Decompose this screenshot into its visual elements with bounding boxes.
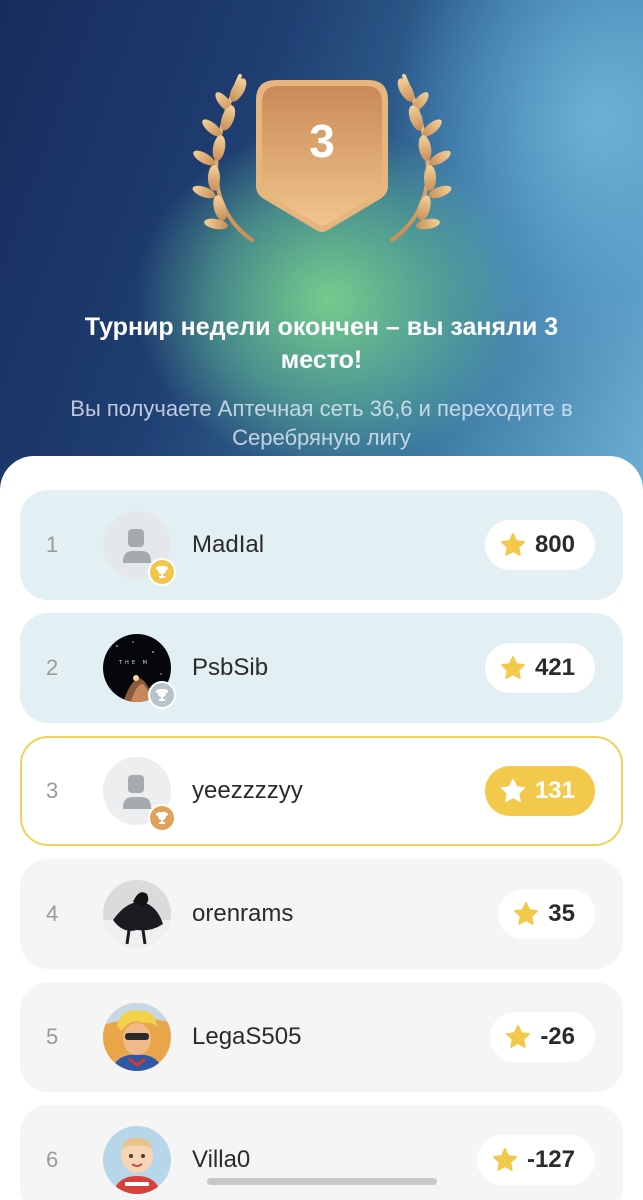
score-value: 421 (534, 654, 575, 681)
leaderboard-row[interactable]: 6 Villa0 -127 (20, 1105, 623, 1200)
place-number: 3 (309, 115, 335, 167)
laurel-left-icon (192, 74, 254, 242)
star-icon (506, 1025, 531, 1048)
comic-character-avatar (103, 1003, 171, 1071)
username: PsbSib (192, 654, 269, 681)
star-icon (500, 656, 525, 679)
leaderboard-row[interactable]: 4 orenrams 35 (20, 859, 623, 969)
bronze-trophy-icon (148, 804, 176, 832)
child-photo-avatar (103, 1126, 171, 1194)
star-icon (514, 902, 539, 925)
star-icon (500, 533, 525, 556)
place-badge: 3 (192, 72, 452, 244)
star-icon (500, 779, 525, 802)
score-pill: 800 (484, 520, 595, 570)
silver-trophy-icon (148, 681, 176, 709)
username: orenrams (192, 900, 294, 927)
username: MadIal (192, 531, 265, 558)
result-hero: 3 Турнир недели окончен – вы заняли 3 ме… (0, 0, 643, 520)
leaderboard-row[interactable]: 1 MadIal 800 (20, 490, 623, 600)
score-pill: -26 (490, 1012, 595, 1062)
score-value: 800 (534, 531, 575, 558)
result-subline: Вы получаете Аптечная сеть 36,6 и перехо… (70, 396, 573, 450)
score-value: -26 (540, 1023, 575, 1050)
score-pill: -127 (476, 1135, 595, 1185)
home-indicator[interactable] (207, 1178, 437, 1185)
result-headline: Турнир недели окончен – вы заняли 3 мест… (84, 313, 559, 374)
leaderboard-row[interactable]: 2 THE M PsbSib 421 (20, 613, 623, 723)
score-pill: 35 (498, 889, 595, 939)
star-icon (492, 1148, 517, 1171)
score-pill: 421 (484, 643, 595, 693)
leaderboard-row[interactable]: 5 LegaS505 -26 (20, 982, 623, 1092)
leaderboard-row-current-user[interactable]: 3 yeezzzzyy 131 (20, 736, 623, 846)
score-value: 131 (534, 777, 575, 804)
rank-number: 1 (46, 532, 59, 557)
laurel-right-icon (390, 74, 452, 242)
dark-figure-photo-avatar (103, 880, 171, 948)
username: yeezzzzyy (192, 777, 303, 804)
username: LegaS505 (192, 1023, 302, 1050)
score-value: -127 (526, 1146, 575, 1173)
score-pill: 131 (484, 766, 595, 816)
rank-number: 2 (46, 655, 59, 680)
gold-trophy-icon (148, 558, 176, 586)
rank-number: 3 (46, 778, 59, 803)
score-value: 35 (548, 900, 575, 927)
rank-number: 6 (46, 1147, 59, 1172)
username: Villa0 (192, 1146, 251, 1173)
rank-number: 5 (46, 1024, 59, 1049)
svg-text:THE M: THE M (118, 660, 150, 666)
rank-number: 4 (46, 901, 59, 926)
